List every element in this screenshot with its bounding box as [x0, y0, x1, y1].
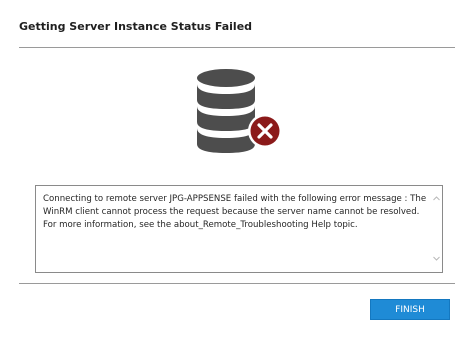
error-message-box[interactable]: Connecting to remote server JPG-APPSENSE… — [35, 185, 443, 273]
error-message-text: Connecting to remote server JPG-APPSENSE… — [43, 194, 427, 230]
dialog-title: Getting Server Instance Status Failed — [19, 20, 253, 33]
scroll-up-icon[interactable] — [433, 195, 440, 202]
footer-divider — [19, 283, 455, 284]
error-dialog: Getting Server Instance Status Failed Co… — [0, 0, 474, 337]
message-scrollbar[interactable] — [430, 186, 442, 272]
title-divider — [19, 47, 455, 48]
scroll-down-icon[interactable] — [433, 255, 440, 262]
finish-button[interactable]: FINISH — [370, 299, 450, 320]
database-error-icon — [197, 69, 282, 153]
